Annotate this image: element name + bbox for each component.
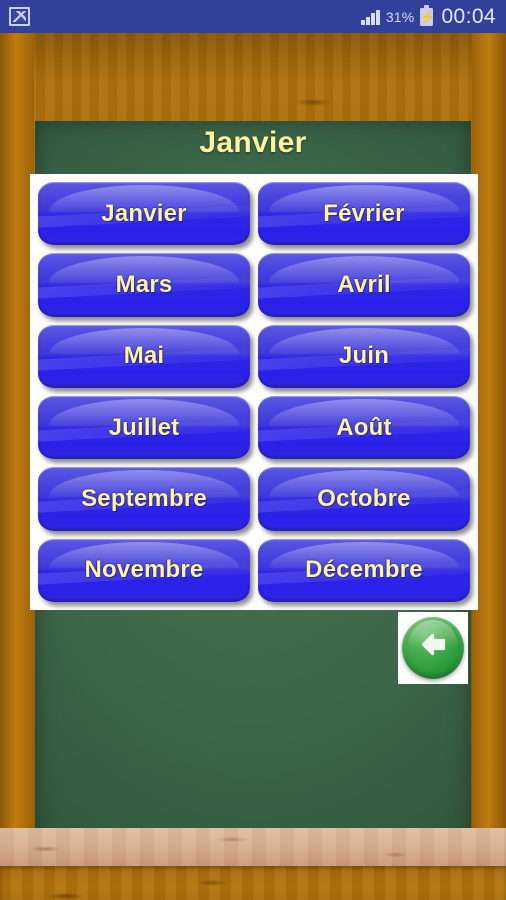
month-button-juin[interactable]: Juin bbox=[258, 324, 470, 388]
frame-left-rail bbox=[0, 33, 34, 900]
month-button-label: Mars bbox=[115, 270, 173, 298]
gallery-icon bbox=[9, 7, 30, 26]
status-bar-left bbox=[9, 7, 30, 26]
month-grid: Janvier Février Mars Avril Mai Juin Juil… bbox=[38, 182, 470, 602]
frame-bottom-rail bbox=[0, 866, 506, 900]
month-button-juillet[interactable]: Juillet bbox=[38, 395, 250, 460]
signal-bars-icon bbox=[361, 9, 380, 25]
chalk-ledge bbox=[0, 828, 506, 866]
page-title: Janvier bbox=[199, 126, 307, 159]
month-button-label: Novembre bbox=[84, 556, 204, 584]
status-bar-right: 31% ⚡ 00:04 bbox=[361, 5, 496, 29]
month-button-label: Juillet bbox=[108, 413, 180, 441]
month-button-label: Juin bbox=[338, 342, 390, 370]
month-button-aout[interactable]: Août bbox=[258, 395, 470, 460]
month-button-mars[interactable]: Mars bbox=[38, 253, 250, 317]
app-screen: 31% ⚡ 00:04 Janvier Janvier Février Mars… bbox=[0, 0, 506, 900]
month-button-label: Décembre bbox=[305, 556, 423, 584]
month-button-label: Octobre bbox=[317, 484, 411, 512]
month-button-avril[interactable]: Avril bbox=[258, 253, 470, 317]
status-bar: 31% ⚡ 00:04 bbox=[0, 0, 506, 33]
battery-charging-icon: ⚡ bbox=[419, 5, 435, 26]
month-button-octobre[interactable]: Octobre bbox=[258, 467, 470, 531]
battery-percent-label: 31% bbox=[385, 8, 415, 25]
month-button-label: Septembre bbox=[81, 484, 207, 512]
month-button-decembre[interactable]: Décembre bbox=[258, 538, 470, 602]
month-button-label: Février bbox=[323, 199, 405, 227]
month-button-novembre[interactable]: Novembre bbox=[38, 538, 250, 602]
back-button[interactable] bbox=[398, 612, 468, 684]
month-button-fevrier[interactable]: Février bbox=[258, 182, 470, 246]
ledge-grain bbox=[0, 828, 506, 866]
month-button-mai[interactable]: Mai bbox=[38, 324, 250, 388]
month-button-label: Août bbox=[336, 413, 392, 441]
month-panel: Janvier Février Mars Avril Mai Juin Juil… bbox=[30, 174, 478, 610]
month-button-janvier[interactable]: Janvier bbox=[38, 182, 250, 246]
month-button-label: Janvier bbox=[101, 199, 187, 227]
month-button-label: Avril bbox=[337, 270, 391, 298]
arrow-left-icon bbox=[421, 633, 446, 656]
back-button-circle bbox=[402, 617, 464, 679]
clock-label: 00:04 bbox=[441, 4, 496, 28]
frame-bottom-grain bbox=[0, 866, 506, 900]
month-button-septembre[interactable]: Septembre bbox=[38, 467, 250, 531]
month-button-label: Mai bbox=[123, 342, 165, 370]
bolt-glyph: ⚡ bbox=[419, 9, 435, 24]
